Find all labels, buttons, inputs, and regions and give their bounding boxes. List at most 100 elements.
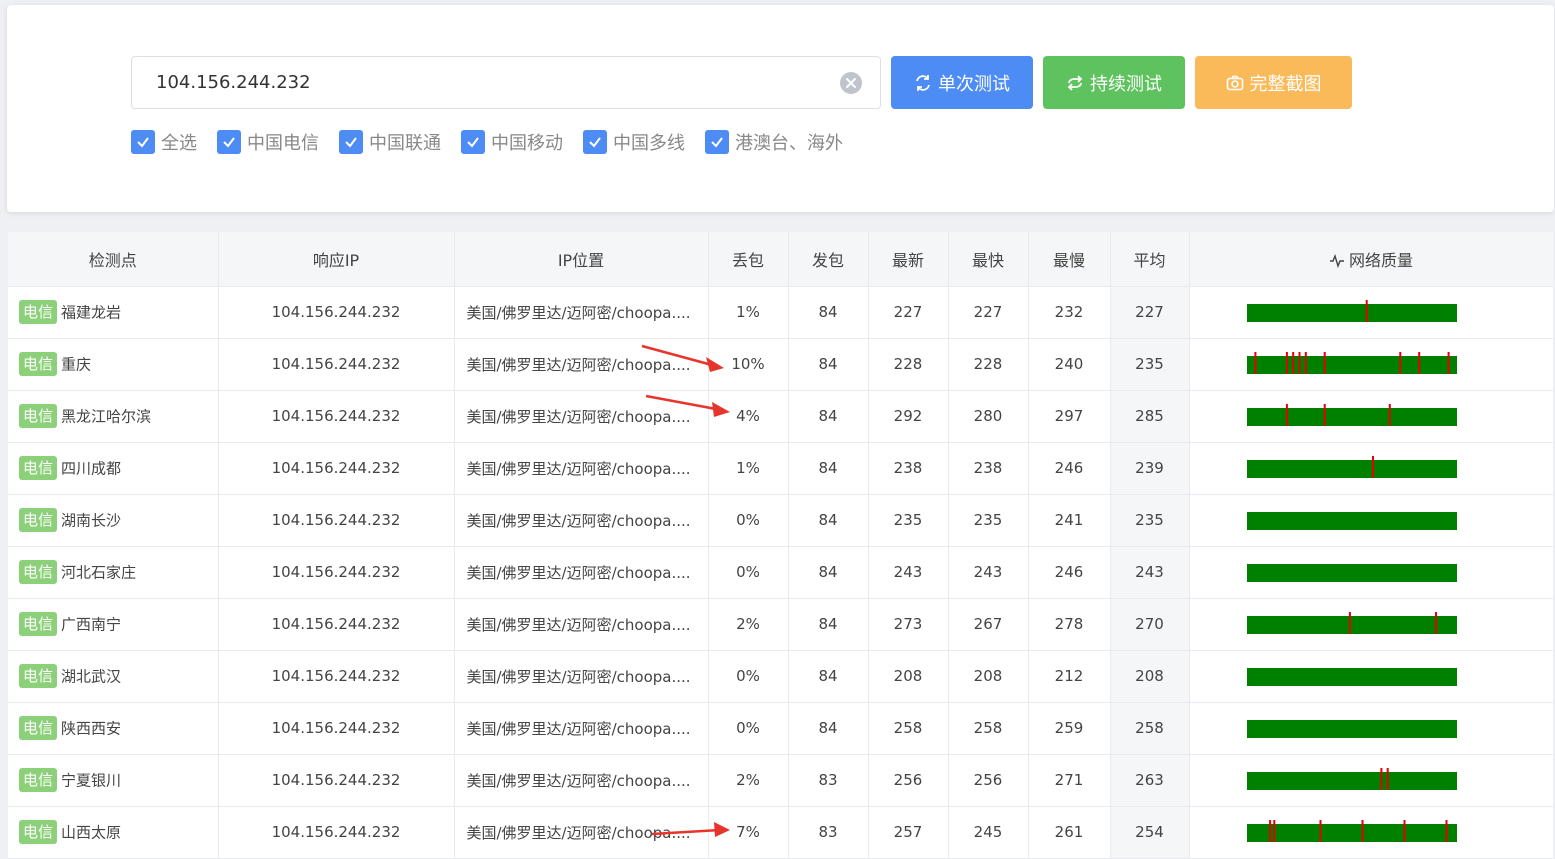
quality-bar bbox=[1246, 820, 1457, 842]
average-cell: 243 bbox=[1110, 546, 1190, 599]
ip-input[interactable] bbox=[132, 57, 822, 108]
location-cell: 美国/佛罗里达/迈阿密/choopa.... bbox=[454, 494, 709, 547]
latest-cell: 235 bbox=[868, 494, 949, 547]
sent-cell: 84 bbox=[788, 286, 869, 339]
packet-loss-mark bbox=[1348, 612, 1351, 634]
loss-cell: 2% bbox=[708, 598, 789, 651]
site-name: 河北石家庄 bbox=[61, 563, 137, 582]
single-test-button[interactable]: 单次测试 bbox=[891, 56, 1033, 109]
isp-tag: 电信 bbox=[19, 560, 58, 584]
col-header-average: 平均 bbox=[1110, 232, 1190, 287]
quality-cell bbox=[1189, 390, 1553, 443]
sent-cell: 84 bbox=[788, 338, 869, 391]
filter-overseas[interactable]: 港澳台、海外 bbox=[705, 129, 843, 155]
site-cell: 电信 四川成都 bbox=[8, 442, 219, 495]
filter-mobile[interactable]: 中国移动 bbox=[461, 129, 563, 155]
continuous-test-button[interactable]: 持续测试 bbox=[1043, 56, 1185, 109]
isp-tag: 电信 bbox=[19, 820, 58, 844]
packet-loss-mark bbox=[1285, 404, 1288, 426]
latest-cell: 257 bbox=[868, 806, 949, 859]
quality-cell bbox=[1189, 494, 1553, 547]
slowest-cell: 259 bbox=[1028, 702, 1111, 755]
site-cell: 电信 湖北武汉 bbox=[8, 650, 219, 703]
fastest-cell: 280 bbox=[948, 390, 1029, 443]
ip-cell: 104.156.244.232 bbox=[218, 806, 455, 859]
site-cell: 电信 宁夏银川 bbox=[8, 754, 219, 807]
ip-cell: 104.156.244.232 bbox=[218, 338, 455, 391]
isp-tag: 电信 bbox=[19, 404, 58, 428]
site-name: 福建龙岩 bbox=[61, 303, 122, 322]
average-cell: 258 bbox=[1110, 702, 1190, 755]
isp-tag: 电信 bbox=[19, 768, 58, 792]
quality-bar bbox=[1246, 668, 1457, 686]
col-header-latest: 最新 bbox=[868, 232, 949, 287]
filter-unicom[interactable]: 中国联通 bbox=[339, 129, 441, 155]
slowest-cell: 271 bbox=[1028, 754, 1111, 807]
screenshot-button[interactable]: 完整截图 bbox=[1195, 56, 1352, 109]
quality-bar bbox=[1246, 404, 1457, 426]
filter-multiline[interactable]: 中国多线 bbox=[583, 129, 685, 155]
average-cell: 285 bbox=[1110, 390, 1190, 443]
table-row: 电信 广西南宁 104.156.244.232 美国/佛罗里达/迈阿密/choop… bbox=[8, 598, 1553, 651]
packet-loss-mark bbox=[1272, 820, 1275, 842]
quality-bar bbox=[1246, 768, 1457, 790]
fastest-cell: 235 bbox=[948, 494, 1029, 547]
packet-loss-mark bbox=[1445, 820, 1447, 842]
site-name: 湖北武汉 bbox=[61, 667, 122, 686]
slowest-cell: 246 bbox=[1028, 546, 1111, 599]
fastest-cell: 238 bbox=[948, 442, 1029, 495]
table-row: 电信 重庆 104.156.244.232 美国/佛罗里达/迈阿密/choopa.… bbox=[8, 338, 1553, 391]
ip-cell: 104.156.244.232 bbox=[218, 546, 455, 599]
packet-loss-mark bbox=[1379, 768, 1382, 790]
results-table: 检测点 响应IP IP位置 丢包 发包 最新 最快 最慢 平均 网络质量 电信福… bbox=[8, 232, 1553, 859]
camera-icon bbox=[1226, 75, 1243, 90]
table-row: 电信 陕西西安 104.156.244.232 美国/佛罗里达/迈阿密/choop… bbox=[8, 702, 1553, 755]
slowest-cell: 297 bbox=[1028, 390, 1111, 443]
slowest-cell: 278 bbox=[1028, 598, 1111, 651]
packet-loss-mark bbox=[1417, 352, 1420, 374]
quality-cell bbox=[1189, 598, 1553, 651]
sent-cell: 84 bbox=[788, 650, 869, 703]
clear-icon[interactable] bbox=[840, 72, 862, 94]
packet-loss-mark bbox=[1398, 352, 1401, 374]
isp-tag: 电信 bbox=[19, 456, 58, 480]
packet-loss-mark bbox=[1361, 820, 1363, 842]
isp-tag: 电信 bbox=[19, 352, 58, 376]
col-header-quality: 网络质量 bbox=[1189, 232, 1553, 287]
pulse-icon bbox=[1329, 254, 1344, 269]
filter-select-all[interactable]: 全选 bbox=[131, 129, 197, 155]
filter-telecom[interactable]: 中国电信 bbox=[217, 129, 319, 155]
isp-tag: 电信 bbox=[19, 300, 58, 324]
loop-icon bbox=[1067, 74, 1083, 91]
site-cell: 电信 福建龙岩 bbox=[8, 286, 219, 339]
site-name: 宁夏银川 bbox=[61, 771, 122, 790]
checkbox-checked-icon bbox=[217, 130, 241, 154]
checkbox-checked-icon bbox=[461, 130, 485, 154]
table-header-row: 检测点 响应IP IP位置 丢包 发包 最新 最快 最慢 平均 网络质量 bbox=[8, 232, 1553, 287]
sent-cell: 83 bbox=[788, 754, 869, 807]
site-name: 四川成都 bbox=[61, 459, 122, 478]
site-name: 陕西西安 bbox=[61, 719, 122, 738]
quality-bar-fill bbox=[1246, 720, 1457, 738]
latest-cell: 227 bbox=[868, 286, 949, 339]
latest-cell: 273 bbox=[868, 598, 949, 651]
location-cell: 美国/佛罗里达/迈阿密/choopa.... bbox=[454, 286, 709, 339]
latest-cell: 256 bbox=[868, 754, 949, 807]
ip-cell: 104.156.244.232 bbox=[218, 494, 455, 547]
site-cell: 电信 山西太原 bbox=[8, 806, 219, 859]
isp-filters: 全选 中国电信 中国联通 中国移动 中国多线 港澳台、海外 bbox=[131, 130, 863, 154]
site-cell: 电信 陕西西安 bbox=[8, 702, 219, 755]
ip-cell: 104.156.244.232 bbox=[218, 442, 455, 495]
site-name: 湖南长沙 bbox=[61, 511, 122, 530]
packet-loss-mark bbox=[1323, 404, 1326, 426]
search-panel: 单次测试 持续测试 完整截图 全选 中国电信 中国联通 中国移动 中国多线 bbox=[7, 5, 1554, 212]
loss-cell: 0% bbox=[708, 494, 789, 547]
packet-loss-mark bbox=[1304, 352, 1307, 374]
single-test-label: 单次测试 bbox=[938, 73, 1010, 95]
average-cell: 235 bbox=[1110, 494, 1190, 547]
latest-cell: 228 bbox=[868, 338, 949, 391]
slowest-cell: 240 bbox=[1028, 338, 1111, 391]
col-header-loss: 丢包 bbox=[708, 232, 789, 287]
table-row: 电信 黑龙江哈尔滨 104.156.244.232 美国/佛罗里达/迈阿密/cho… bbox=[8, 390, 1553, 443]
quality-bar bbox=[1246, 352, 1457, 374]
